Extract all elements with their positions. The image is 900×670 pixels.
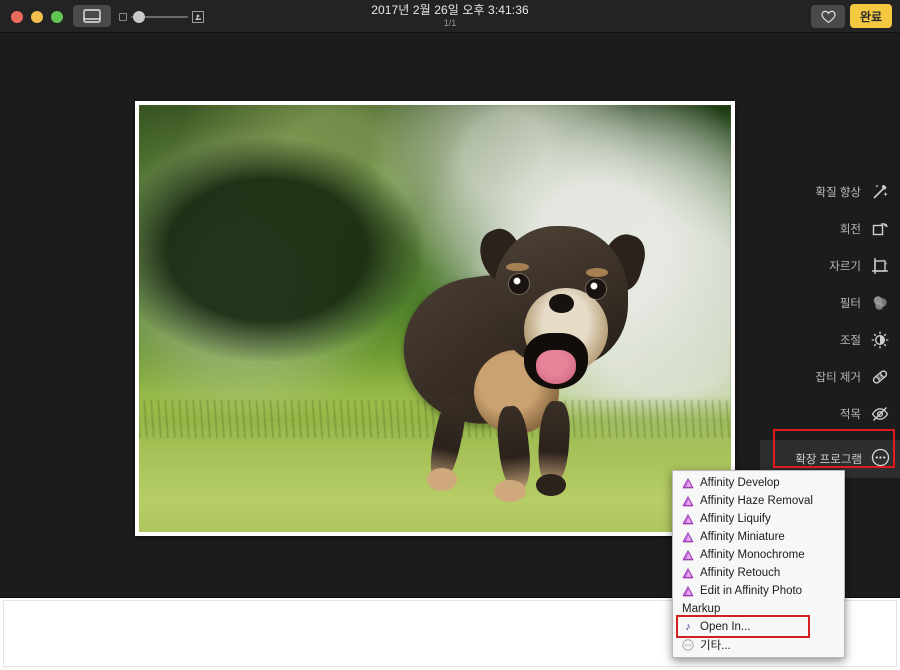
extensions-button-label: 확장 프로그램 (795, 454, 862, 466)
tool-crop-label: 자르기 (829, 260, 861, 273)
tool-adjust[interactable]: 조절 (760, 321, 900, 358)
photo-dark-foliage (139, 139, 424, 362)
puppy-paw-3 (536, 473, 567, 497)
menu-item-label: Affinity Liquify (700, 513, 771, 525)
extensions-dropdown-menu[interactable]: Affinity Develop Affinity Haze Removal A… (672, 470, 845, 658)
menu-item-label: Affinity Retouch (700, 567, 781, 579)
tool-filters-label: 필터 (839, 297, 861, 310)
favorite-button[interactable] (811, 5, 845, 28)
zoom-slider[interactable] (119, 10, 204, 24)
sidebar-toggle-icon (83, 9, 101, 23)
affinity-icon (682, 513, 694, 525)
puppy-paw-2 (493, 479, 527, 503)
zoom-slider-track[interactable] (131, 11, 188, 23)
tool-red-eye[interactable]: 적목 (760, 395, 900, 432)
tool-rotate-label: 회전 (839, 223, 861, 236)
ellipsis-circle-icon (871, 448, 890, 470)
rotate-icon (870, 219, 890, 239)
puppy-eye-right (585, 279, 606, 300)
puppy-nose (548, 293, 574, 314)
photo-subject-puppy (394, 220, 651, 503)
tool-enhance[interactable]: 확질 향상 (760, 173, 900, 210)
minimize-button[interactable] (31, 11, 43, 23)
menu-item-markup[interactable]: Markup (673, 600, 844, 618)
tool-retouch[interactable]: 잡티 제거 (760, 358, 900, 395)
crop-icon (870, 256, 890, 276)
window-controls (11, 11, 63, 23)
title-bar: 2017년 2월 26일 오후 3:41:36 1/1 완료 (0, 0, 900, 33)
filters-icon (870, 293, 890, 313)
tool-enhance-label: 확질 향상 (815, 186, 861, 199)
photos-app-window: 2017년 2월 26일 오후 3:41:36 1/1 완료 확질 향상 회전 … (0, 0, 900, 670)
adjust-dial-icon (870, 330, 890, 350)
edit-tool-rail: 확질 향상 회전 자르기 필터 조절 잡티 제거 적목 확장 프로그램 (760, 173, 900, 478)
red-eye-icon (870, 404, 890, 424)
menu-item-open-in[interactable]: ♪ Open In... (673, 618, 844, 636)
menu-item-edit-in-affinity-photo[interactable]: Edit in Affinity Photo (673, 582, 844, 600)
menu-item-label: Affinity Haze Removal (700, 495, 813, 507)
maximize-button[interactable] (51, 11, 63, 23)
retouch-bandage-icon (870, 367, 890, 387)
photo-frame[interactable] (135, 101, 735, 536)
tool-retouch-label: 잡티 제거 (815, 371, 861, 384)
affinity-icon (682, 495, 694, 507)
sidebar-toggle-button[interactable] (73, 5, 111, 27)
affinity-icon (682, 477, 694, 489)
menu-item-label: Affinity Monochrome (700, 549, 805, 561)
tool-crop[interactable]: 자르기 (760, 247, 900, 284)
zoom-in-thumbnail-icon (192, 11, 204, 23)
menu-item-label: Markup (682, 603, 721, 615)
close-button[interactable] (11, 11, 23, 23)
tool-red-eye-label: 적목 (839, 408, 861, 421)
menu-item-label: 기타... (700, 640, 731, 652)
menu-item-affinity-liquify[interactable]: Affinity Liquify (673, 510, 844, 528)
menu-item-affinity-retouch[interactable]: Affinity Retouch (673, 564, 844, 582)
menu-item-affinity-miniature[interactable]: Affinity Miniature (673, 528, 844, 546)
menu-item-label: Open In... (700, 621, 751, 633)
menu-item-affinity-haze-removal[interactable]: Affinity Haze Removal (673, 492, 844, 510)
affinity-icon (682, 567, 694, 579)
tool-adjust-label: 조절 (839, 334, 861, 347)
affinity-icon (682, 531, 694, 543)
photo-image (139, 105, 731, 532)
affinity-icon (682, 549, 694, 561)
open-in-icon: ♪ (685, 621, 691, 633)
menu-item-label: Affinity Develop (700, 477, 780, 489)
puppy-brow-right (585, 268, 609, 277)
magic-wand-icon (870, 182, 890, 202)
menu-item-other[interactable]: 기타... (673, 636, 844, 654)
ellipsis-circle-icon (682, 639, 694, 651)
puppy-eye-left (508, 273, 529, 294)
puppy-paw-1 (426, 468, 457, 491)
menu-item-affinity-develop[interactable]: Affinity Develop (673, 474, 844, 492)
menu-item-label: Edit in Affinity Photo (700, 585, 803, 597)
affinity-icon (682, 585, 694, 597)
puppy-tongue (536, 349, 576, 384)
menu-item-label: Affinity Miniature (700, 531, 785, 543)
zoom-out-thumbnail-icon (119, 13, 127, 21)
puppy-brow-left (506, 262, 529, 271)
done-button[interactable]: 완료 (850, 4, 892, 28)
zoom-slider-thumb[interactable] (133, 11, 145, 23)
tool-rotate[interactable]: 회전 (760, 210, 900, 247)
menu-item-affinity-monochrome[interactable]: Affinity Monochrome (673, 546, 844, 564)
heart-icon (820, 10, 836, 23)
tool-filters[interactable]: 필터 (760, 284, 900, 321)
